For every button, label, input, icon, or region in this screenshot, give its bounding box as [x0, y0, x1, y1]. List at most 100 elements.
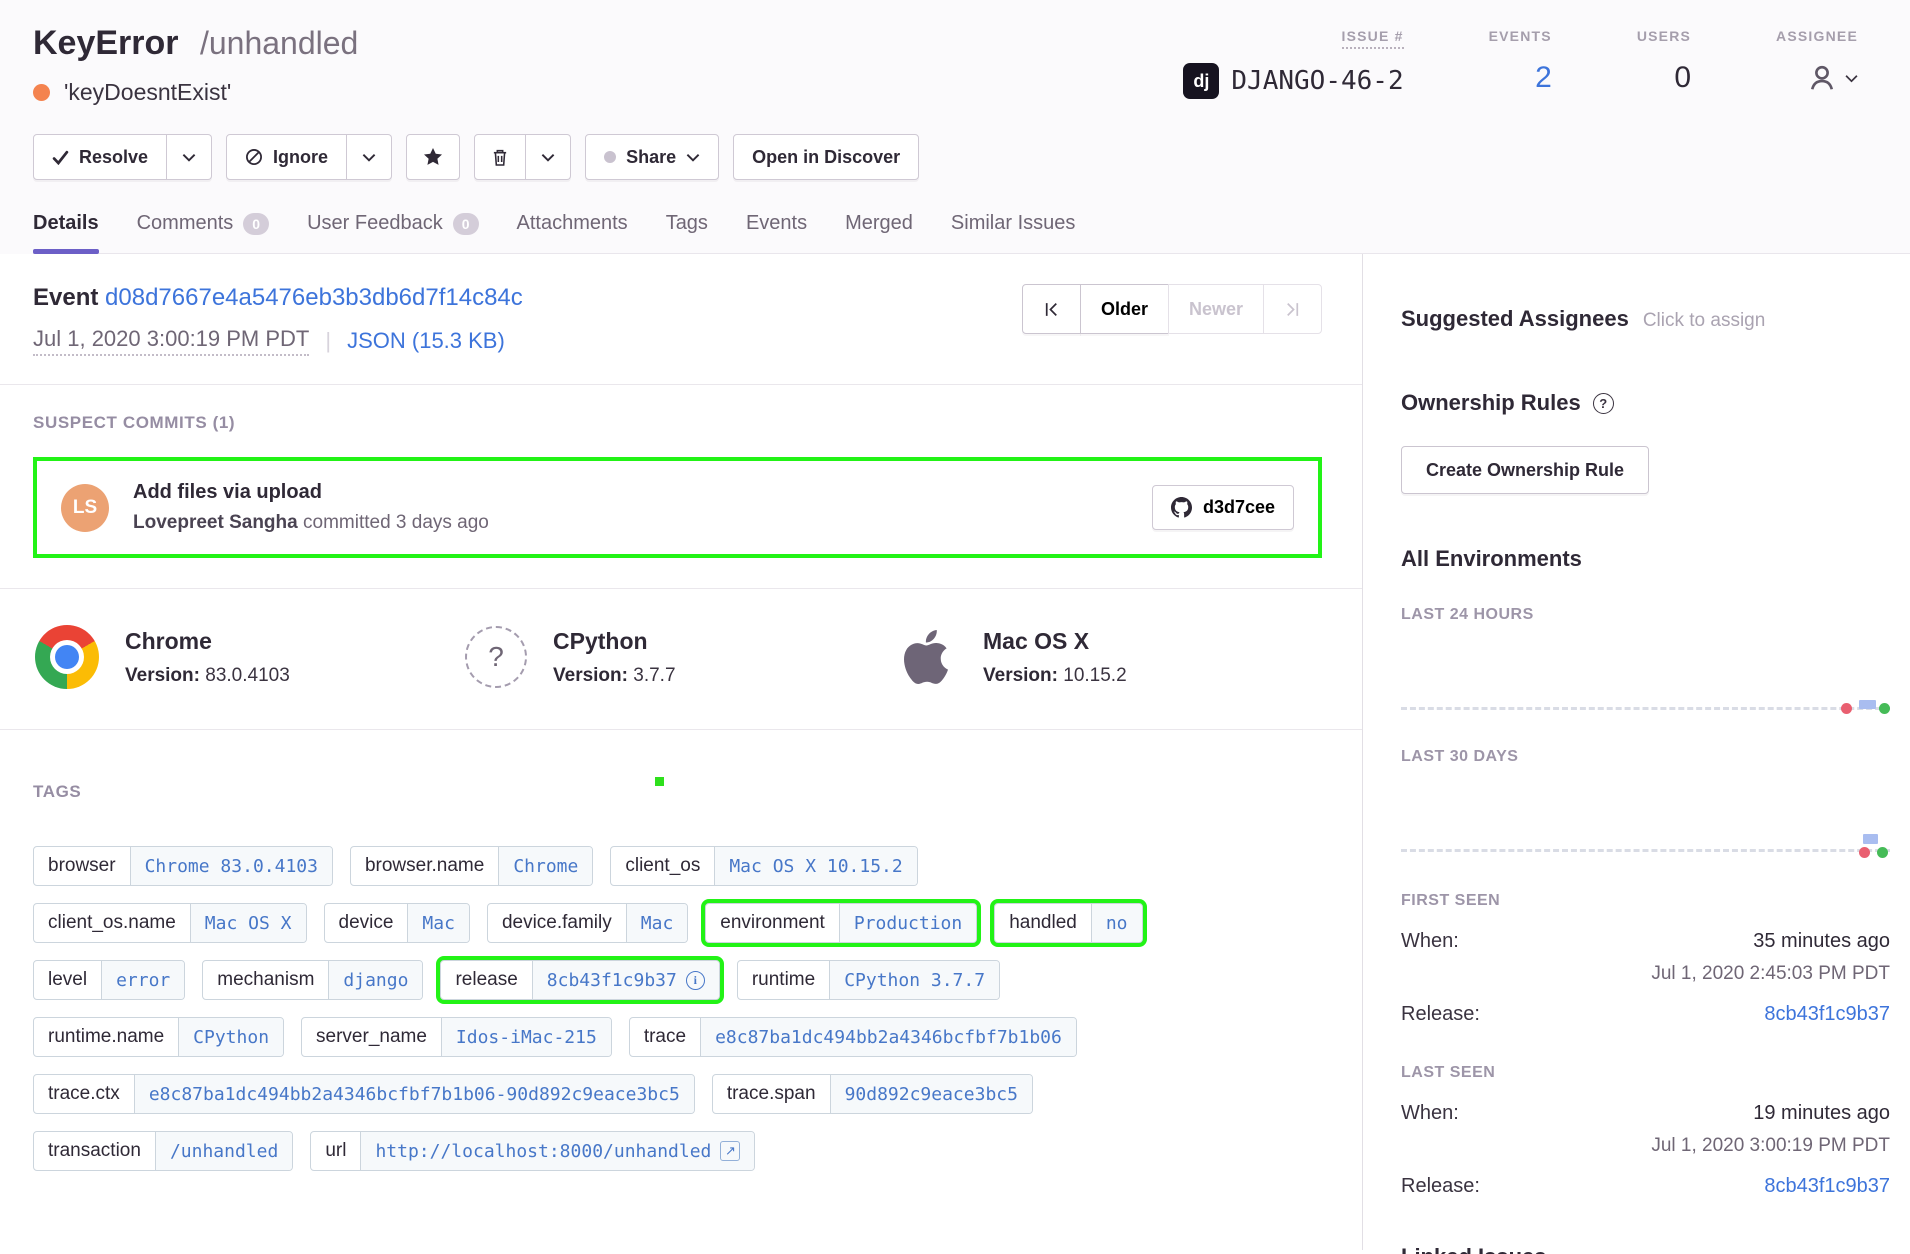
- oldest-event-button[interactable]: [1022, 284, 1081, 334]
- tag-value-link[interactable]: e8c87ba1dc494bb2a4346bcfbf7b1b06: [700, 1018, 1076, 1056]
- first-seen-relative: 35 minutes ago: [1753, 930, 1890, 953]
- tag-key: server_name: [302, 1018, 441, 1056]
- tab-details[interactable]: Details: [33, 212, 99, 253]
- tag-value-link[interactable]: 90d892c9eace3bc5: [830, 1075, 1032, 1113]
- first-seen-heading: FIRST SEEN: [1401, 892, 1890, 910]
- all-environments-title: All Environments: [1401, 546, 1890, 572]
- suspect-commit-card: LS Add files via upload Lovepreet Sangha…: [33, 457, 1322, 558]
- event-count-bar: [1863, 834, 1878, 844]
- tag-value-link[interactable]: no: [1091, 904, 1142, 942]
- tag-value-link[interactable]: Chrome 83.0.4103: [130, 847, 332, 885]
- tag-pill: tracee8c87ba1dc494bb2a4346bcfbf7b1b06: [629, 1017, 1077, 1057]
- tag-value-link[interactable]: /unhandled: [155, 1132, 292, 1170]
- tag-value-link[interactable]: CPython 3.7.7: [829, 961, 999, 999]
- last-30-days-sparkline: [1401, 766, 1890, 862]
- tag-value-link[interactable]: Production: [839, 904, 976, 942]
- tag-value-link[interactable]: Mac: [407, 904, 469, 942]
- version-label: Version:: [553, 665, 628, 686]
- page-title: KeyError /unhandled: [33, 24, 358, 63]
- click-to-assign-hint[interactable]: Click to assign: [1643, 310, 1766, 332]
- tag-value-link[interactable]: Chrome: [498, 847, 592, 885]
- tag-value-text: 8cb43f1c9b37: [547, 970, 677, 991]
- older-event-button[interactable]: Older: [1080, 284, 1169, 334]
- star-icon: [423, 147, 443, 167]
- tag-value-link[interactable]: Mac OS X 10.15.2: [714, 847, 916, 885]
- resolve-button[interactable]: Resolve: [33, 134, 167, 180]
- info-icon[interactable]: i: [686, 971, 705, 990]
- last-seen-release-link[interactable]: 8cb43f1c9b37: [1764, 1175, 1890, 1198]
- share-label: Share: [626, 147, 676, 168]
- tab-comments[interactable]: Comments0: [137, 212, 270, 253]
- tag-key: trace.ctx: [34, 1075, 134, 1113]
- tag-value-link[interactable]: 8cb43f1c9b37 i: [532, 961, 719, 999]
- tag-value-link[interactable]: Mac OS X: [190, 904, 306, 942]
- suggested-assignees-title: Suggested Assignees: [1401, 306, 1629, 332]
- tab-attachments[interactable]: Attachments: [517, 212, 628, 253]
- sparkline-baseline: [1401, 707, 1890, 710]
- sparkline-baseline: [1401, 849, 1890, 852]
- tab-events[interactable]: Events: [746, 212, 807, 253]
- ownership-rules-title: Ownership Rules: [1401, 390, 1581, 416]
- resolve-label: Resolve: [79, 147, 148, 168]
- tag-key: mechanism: [203, 961, 328, 999]
- share-button[interactable]: Share: [585, 134, 719, 180]
- tag-pill: client_os.nameMac OS X: [33, 903, 307, 943]
- chevron-down-icon: [686, 153, 700, 162]
- tag-key: release: [441, 961, 531, 999]
- tag-key: trace: [630, 1018, 700, 1056]
- tag-key: transaction: [34, 1132, 155, 1170]
- first-seen-absolute: Jul 1, 2020 2:45:03 PM PDT: [1401, 963, 1890, 985]
- tab-similar-issues[interactable]: Similar Issues: [951, 212, 1075, 253]
- newest-event-button[interactable]: [1263, 284, 1322, 334]
- events-count-link[interactable]: 2: [1535, 61, 1552, 95]
- tab-label: Comments: [137, 212, 234, 235]
- commit-sha-button[interactable]: d3d7cee: [1152, 485, 1294, 530]
- context-browser: Chrome Version: 83.0.4103: [35, 625, 465, 689]
- tag-value-link[interactable]: Mac: [626, 904, 688, 942]
- tag-pill: transaction/unhandled: [33, 1131, 293, 1171]
- chevron-down-icon: [182, 153, 196, 162]
- version-label: Version:: [983, 665, 1058, 686]
- release-label: Release:: [1401, 1003, 1480, 1026]
- ignore-label: Ignore: [273, 147, 328, 168]
- ignore-button[interactable]: Ignore: [226, 134, 347, 180]
- newer-event-button[interactable]: Newer: [1168, 284, 1264, 334]
- event-json-link[interactable]: JSON (15.3 KB): [347, 328, 505, 354]
- error-level-dot: [33, 84, 50, 101]
- issue-stats: ISSUE # dj DJANGO-46-2 EVENTS 2 USERS 0 …: [1183, 24, 1910, 101]
- tag-value-link[interactable]: CPython: [178, 1018, 283, 1056]
- django-project-icon: dj: [1183, 63, 1219, 99]
- tags-heading: TAGS: [33, 782, 1322, 802]
- tag-value-link[interactable]: e8c87ba1dc494bb2a4346bcfbf7b1b06-90d892c…: [134, 1075, 694, 1113]
- tag-value-link[interactable]: error: [101, 961, 184, 999]
- tab-user-feedback[interactable]: User Feedback0: [307, 212, 478, 253]
- assignee-dropdown[interactable]: [1776, 58, 1858, 98]
- first-seen-release-link[interactable]: 8cb43f1c9b37: [1764, 1003, 1890, 1026]
- delete-button[interactable]: [474, 134, 526, 180]
- external-link-icon[interactable]: ↗: [720, 1141, 740, 1161]
- event-label: Event: [33, 284, 98, 311]
- tab-label: Similar Issues: [951, 212, 1075, 235]
- tag-value-link[interactable]: Idos-iMac-215: [441, 1018, 611, 1056]
- tag-pill: urlhttp://localhost:8000/unhandled↗: [310, 1131, 755, 1171]
- tag-value-link[interactable]: http://localhost:8000/unhandled↗: [360, 1132, 754, 1170]
- ignore-dropdown-button[interactable]: [347, 134, 392, 180]
- issue-detail-page: KeyError /unhandled 'keyDoesntExist' ISS…: [0, 0, 1910, 1254]
- tab-label: Tags: [666, 212, 708, 235]
- bookmark-star-button[interactable]: [406, 134, 460, 180]
- skip-to-last-icon: [1284, 301, 1301, 318]
- tab-tags[interactable]: Tags: [666, 212, 708, 253]
- event-id-link[interactable]: d08d7667e4a5476eb3b3db6d7f14c84c: [105, 284, 523, 311]
- delete-dropdown-button[interactable]: [526, 134, 571, 180]
- tab-label: Events: [746, 212, 807, 235]
- users-label: USERS: [1637, 28, 1691, 44]
- tab-merged[interactable]: Merged: [845, 212, 913, 253]
- last-seen-marker-dot: [1879, 703, 1890, 714]
- tag-value-link[interactable]: django: [328, 961, 422, 999]
- help-question-icon[interactable]: ?: [1593, 393, 1614, 414]
- issue-header: KeyError /unhandled 'keyDoesntExist' ISS…: [0, 0, 1910, 254]
- users-count: 0: [1674, 61, 1691, 95]
- create-ownership-rule-button[interactable]: Create Ownership Rule: [1401, 446, 1649, 494]
- open-in-discover-button[interactable]: Open in Discover: [733, 134, 919, 180]
- resolve-dropdown-button[interactable]: [167, 134, 212, 180]
